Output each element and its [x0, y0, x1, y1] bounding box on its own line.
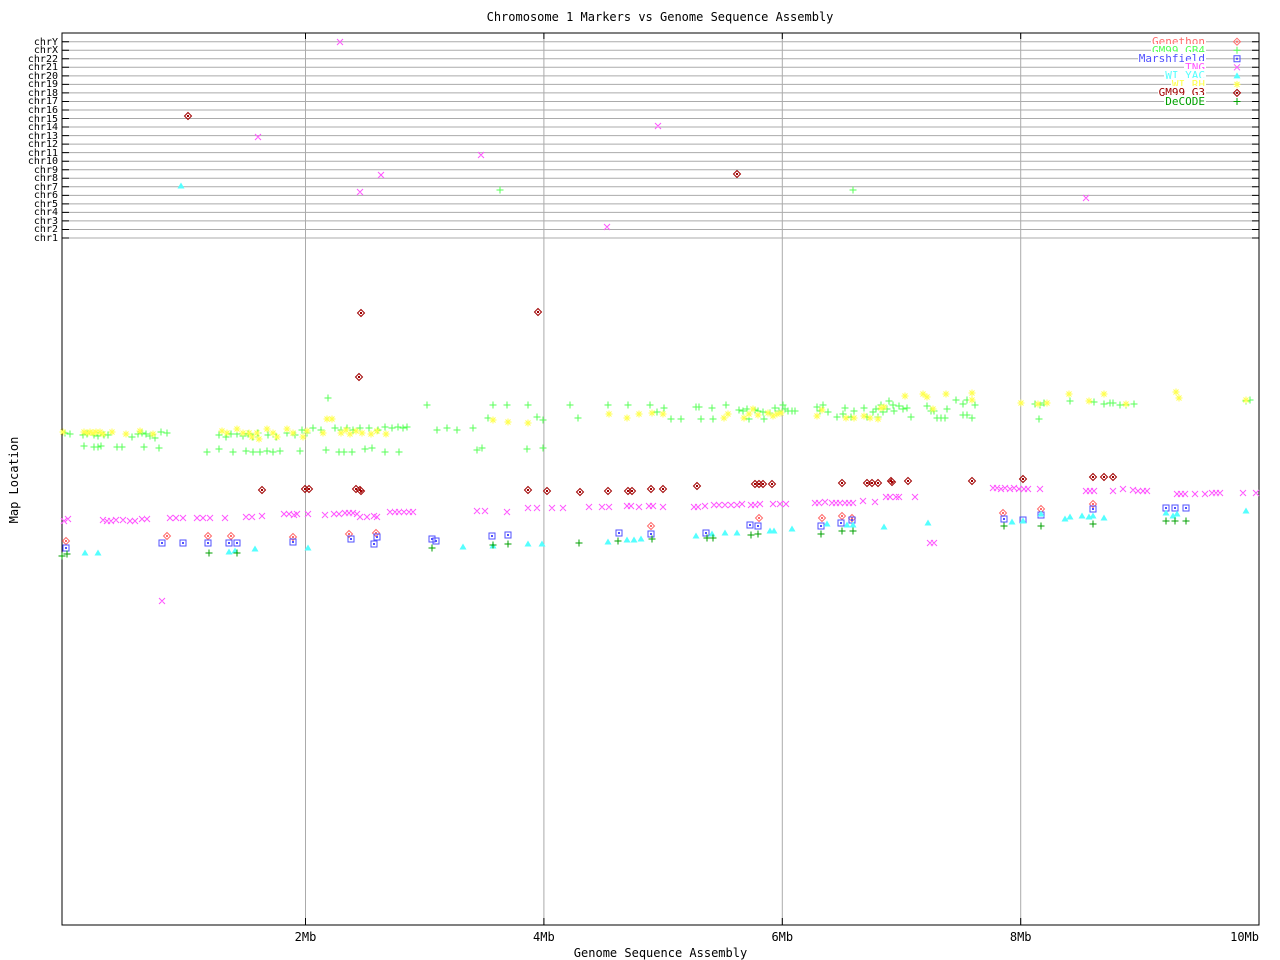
gridlines — [62, 33, 1257, 925]
x-tick-label-10Mb: 10Mb — [1230, 930, 1259, 944]
series-points-marshfield — [62, 504, 1190, 552]
series-points-fill-genethon — [65, 503, 1094, 542]
x-tick-label-4Mb: 4Mb — [533, 930, 555, 944]
plot-border — [61, 32, 1260, 926]
legend-marker-gm99-gb4 — [1233, 46, 1241, 54]
series-gm99-gb4 — [61, 186, 1254, 456]
x-tick-label-2Mb: 2Mb — [294, 930, 317, 944]
series-points-fill-gm99-g3 — [187, 115, 1114, 493]
series-points-fill-marshfield — [65, 507, 1187, 549]
y-axis-label: Map Location — [7, 436, 21, 524]
x-tick-label-8Mb: 8Mb — [1009, 930, 1032, 944]
series-tng — [60, 38, 1260, 605]
series-points-tng — [60, 38, 1260, 605]
chart-image: Chromosome 1 Markers vs Genome Sequence … — [0, 0, 1280, 960]
series-points-genethon — [61, 499, 1098, 546]
axis-ticks — [62, 33, 1260, 925]
legend-marker-wi-rh — [1233, 80, 1241, 88]
series-points-gm99-gb4 — [61, 186, 1254, 456]
series-genethon — [61, 499, 1098, 546]
y-tick-label-chr1: chr1 — [33, 233, 58, 244]
series-marshfield — [62, 504, 1190, 552]
legend-marker-marshfield — [1236, 57, 1238, 60]
scatter-plot-svg — [58, 32, 1260, 926]
x-tick-label-6Mb: 6Mb — [771, 930, 794, 944]
chart-title: Chromosome 1 Markers vs Genome Sequence … — [486, 10, 834, 24]
legend-marker-gm99-g3 — [1236, 91, 1238, 94]
legend-label-decode: DeCODE — [1164, 94, 1206, 108]
legend-marker-decode — [1233, 97, 1241, 105]
legend-marker-genethon — [1236, 40, 1238, 43]
x-axis-label: Genome Sequence Assembly — [573, 946, 748, 960]
